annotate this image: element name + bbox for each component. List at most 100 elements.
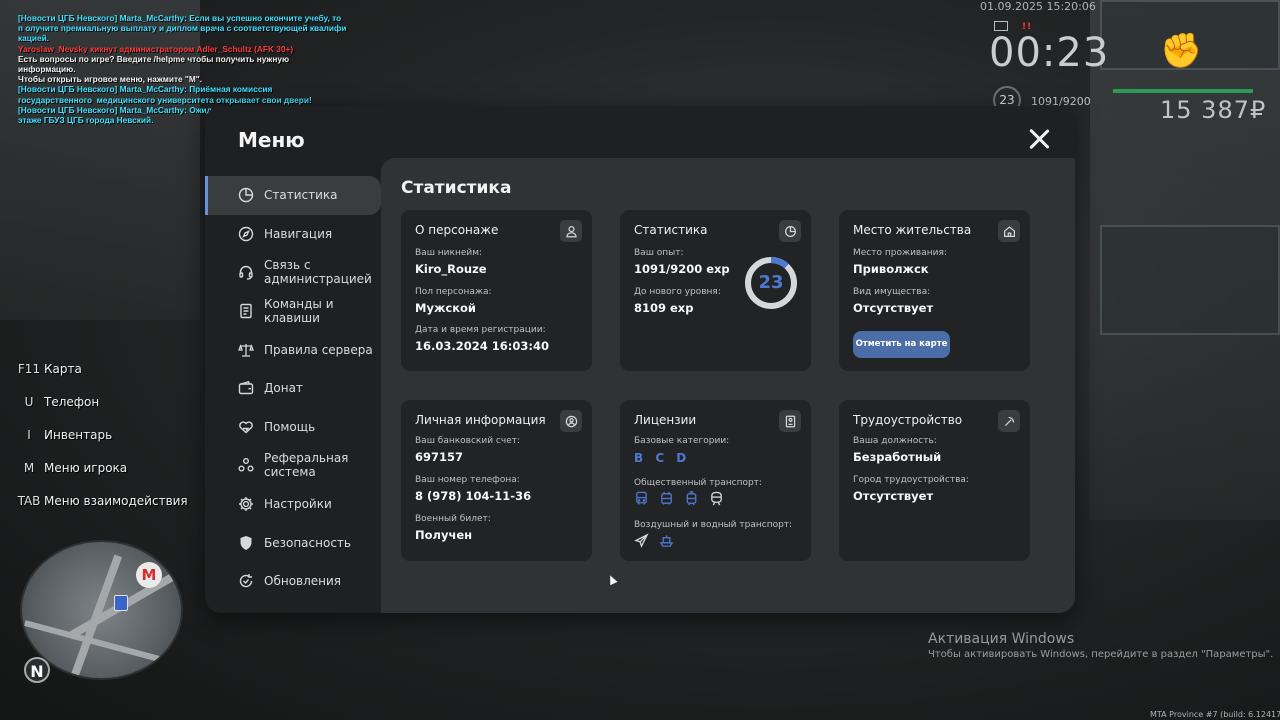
card-employment: Трудоустройство Ваша должность: Безработ… bbox=[839, 400, 1030, 561]
bank-label: Ваш банковский счет: bbox=[415, 436, 521, 446]
nav-item-rules[interactable]: Правила сервера bbox=[205, 330, 381, 369]
card-character: О персонаже Ваш никнейм: Kiro_Rouze Пол … bbox=[401, 210, 592, 371]
nav-item-donate[interactable]: Донат bbox=[205, 369, 381, 408]
mark-on-map-button[interactable]: Отметить на карте bbox=[853, 331, 950, 358]
close-button[interactable] bbox=[1027, 127, 1051, 151]
hotkey-key: M bbox=[23, 460, 35, 475]
menu-nav: Статистика Навигация Связь с администрац… bbox=[205, 176, 381, 601]
card-title: Место жительства bbox=[853, 223, 972, 237]
hotkey-item: U Телефон bbox=[14, 385, 204, 418]
menu-title: Меню bbox=[238, 128, 305, 152]
card-title: Трудоустройство bbox=[853, 413, 963, 427]
user-circle-icon bbox=[560, 410, 582, 432]
nav-label: Безопасность bbox=[264, 535, 351, 550]
card-title: Статистика bbox=[634, 223, 708, 237]
background-window bbox=[1100, 225, 1280, 335]
card-statistics: Статистика Ваш опыт: 1091/9200 exp До но… bbox=[620, 210, 811, 371]
nav-item-commands[interactable]: Команды и клавиши bbox=[205, 292, 381, 331]
card-personal-info: Личная информация Ваш банковский счет: 6… bbox=[401, 400, 592, 561]
chat-line: [Новости ЦГБ Невского] Marta_McCarthy: Е… bbox=[18, 13, 349, 44]
hud-money: 15 387₽ bbox=[1160, 96, 1267, 124]
nav-label: Навигация bbox=[264, 226, 333, 241]
job-city-value: Отсутствует bbox=[853, 489, 934, 503]
scales-icon bbox=[237, 341, 255, 359]
nickname-value: Kiro_Rouze bbox=[415, 262, 487, 276]
nav-label: Помощь bbox=[264, 419, 316, 434]
pickaxe-icon bbox=[998, 410, 1020, 432]
nav-label: Правила сервера bbox=[264, 342, 373, 357]
job-city-label: Город трудоустройства: bbox=[853, 475, 969, 485]
nav-item-help[interactable]: Помощь bbox=[205, 408, 381, 447]
windows-activation-subtitle: Чтобы активировать Windows, перейдите в … bbox=[928, 649, 1274, 660]
public-transport-icons bbox=[634, 491, 724, 506]
boat-icon bbox=[659, 533, 674, 548]
home-icon bbox=[998, 220, 1020, 242]
hotkey-item: M Меню игрока bbox=[14, 451, 204, 484]
hotkey-list: F11 Карта U Телефон I Инвентарь M Меню игрок… bbox=[14, 352, 204, 517]
document-icon bbox=[237, 302, 255, 320]
hotkey-action: Меню игрока bbox=[44, 460, 128, 475]
pie-chart-icon bbox=[779, 220, 801, 242]
nav-item-referral[interactable]: Реферальная система bbox=[205, 446, 381, 485]
health-bar bbox=[1113, 89, 1253, 93]
hotkey-action: Инвентарь bbox=[44, 427, 113, 442]
nav-item-admin-contact[interactable]: Связь с администрацией bbox=[205, 253, 381, 292]
wallet-icon bbox=[237, 379, 255, 397]
trolleybus-icon bbox=[659, 491, 674, 506]
nav-item-settings[interactable]: Настройки bbox=[205, 485, 381, 524]
gear-icon bbox=[237, 495, 255, 513]
windows-activation-title: Активация Windows bbox=[928, 631, 1075, 647]
position-value: Безработный bbox=[853, 450, 942, 464]
fist-icon: ✊ bbox=[1160, 31, 1203, 71]
next-level-label: До нового уровня: bbox=[634, 287, 721, 297]
update-icon bbox=[237, 572, 255, 590]
phone-label: Ваш номер телефона: bbox=[415, 475, 520, 485]
referral-icon bbox=[237, 456, 255, 474]
north-indicator: N bbox=[24, 657, 50, 683]
compass-icon bbox=[237, 225, 255, 243]
position-label: Ваша должность: bbox=[853, 436, 937, 446]
nav-label: Статистика bbox=[264, 188, 338, 203]
menu-panel: Меню Статистика Навигация Связь с админи… bbox=[205, 106, 1075, 613]
hotkey-action: Меню взаимодействия bbox=[44, 493, 188, 508]
gender-label: Пол персонажа: bbox=[415, 287, 492, 297]
stats-content: Статистика О персонаже Ваш никнейм: Kiro… bbox=[381, 158, 1075, 613]
hotkey-key: I bbox=[27, 427, 31, 442]
headset-icon bbox=[237, 263, 255, 281]
chat-line: [Новости ЦГБ Невского] Marta_McCarthy: П… bbox=[18, 84, 312, 105]
hud-datetime: 01.09.2025 15:20:06 bbox=[980, 0, 1096, 13]
nav-label: Обновления bbox=[264, 574, 342, 589]
military-value: Получен bbox=[415, 528, 473, 542]
plane-icon bbox=[634, 533, 649, 548]
phone-value: 8 (978) 104-11-36 bbox=[415, 489, 532, 503]
card-licenses: Лицензии Базовые категории: B C D Общест… bbox=[620, 400, 811, 561]
base-categories-value: B C D bbox=[634, 451, 691, 465]
property-value: Отсутствует bbox=[853, 301, 934, 315]
nav-item-updates[interactable]: Обновления bbox=[205, 562, 381, 601]
nav-item-navigation[interactable]: Навигация bbox=[205, 215, 381, 254]
nav-label: Реферальная система bbox=[264, 451, 349, 480]
registration-label: Дата и время регистрации: bbox=[415, 325, 546, 335]
card-title: О персонаже bbox=[415, 223, 499, 237]
minimap-road bbox=[70, 554, 122, 678]
exp-label: Ваш опыт: bbox=[634, 248, 684, 258]
license-icon bbox=[779, 410, 801, 432]
public-transport-label: Общественный транспорт: bbox=[634, 478, 762, 488]
residence-label: Место проживания: bbox=[853, 248, 947, 258]
base-categories-label: Базовые категории: bbox=[634, 436, 730, 446]
exp-value: 1091/9200 exp bbox=[634, 262, 730, 276]
bus-icon bbox=[634, 491, 649, 506]
shield-icon bbox=[237, 534, 255, 552]
nickname-label: Ваш никнейм: bbox=[415, 248, 483, 258]
nav-label: Команды и клавиши bbox=[264, 297, 334, 326]
nav-item-security[interactable]: Безопасность bbox=[205, 523, 381, 562]
level-value: 23 bbox=[758, 272, 784, 293]
build-info: MTA Province #7 (build: 6.12417.9) bbox=[1150, 710, 1280, 719]
air-water-transport-icons bbox=[634, 533, 674, 548]
card-title: Лицензии bbox=[634, 413, 697, 427]
heart-hands-icon bbox=[237, 418, 255, 436]
nav-item-statistics[interactable]: Статистика bbox=[205, 176, 381, 215]
residence-value: Приволжск bbox=[853, 262, 929, 276]
hotkey-action: Карта bbox=[44, 361, 82, 376]
hotkey-key: U bbox=[24, 394, 34, 409]
